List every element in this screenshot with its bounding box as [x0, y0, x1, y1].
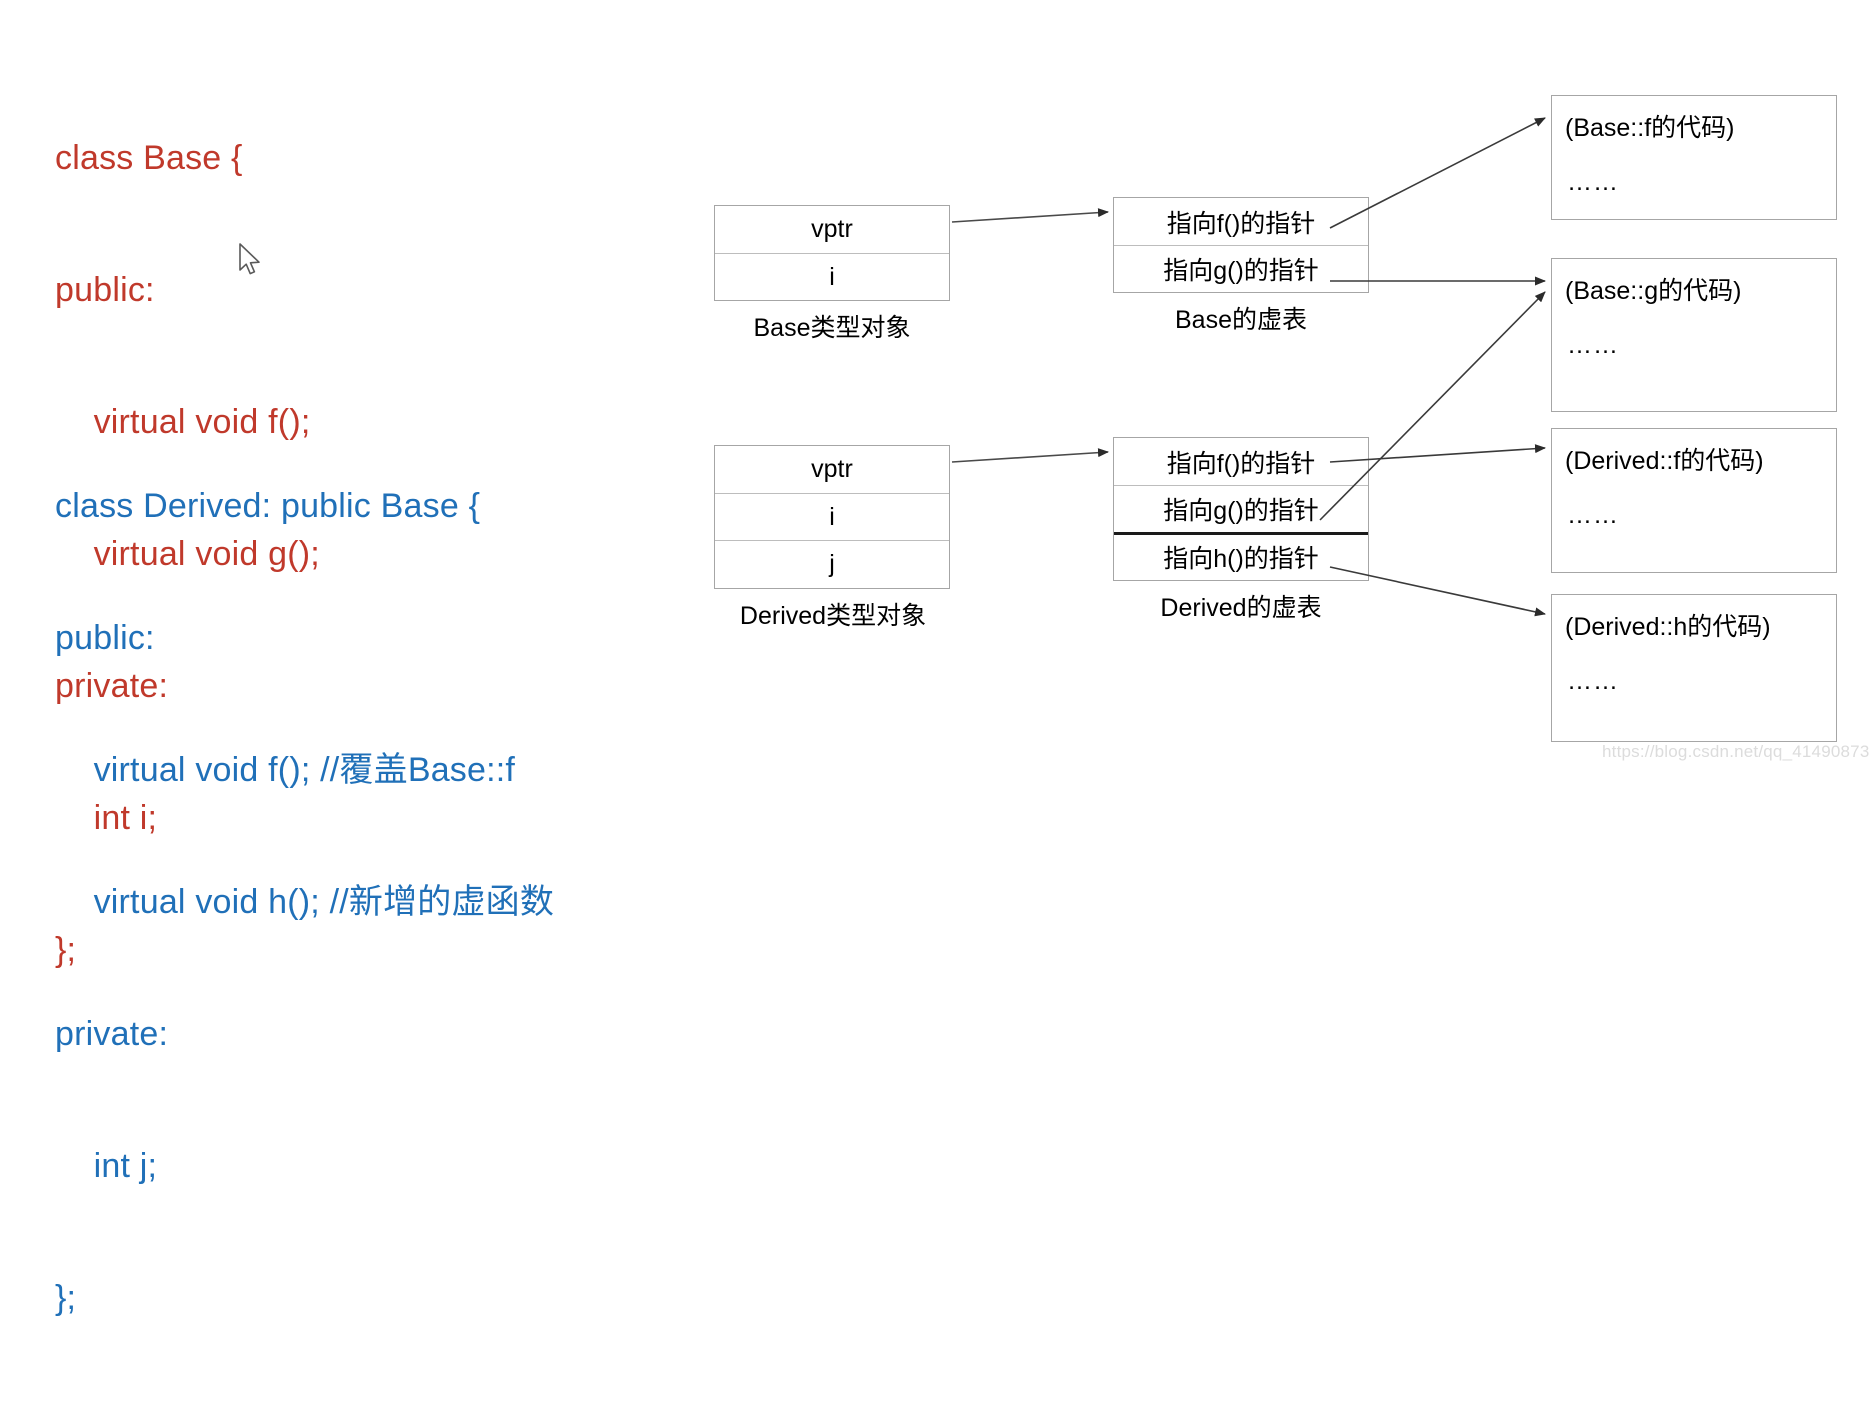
code-line: class Derived: public Base {: [55, 487, 481, 525]
code-line: public:: [55, 619, 155, 657]
code-body-title: (Base::g的代码): [1565, 277, 1742, 305]
object-row-vptr: vptr: [715, 206, 949, 253]
code-body-ellipsis: ……: [1567, 501, 1619, 529]
code-line: virtual void h(); //新增的虚函数: [55, 883, 555, 921]
vtable-derived: 指向f()的指针 指向g()的指针 指向h()的指针: [1113, 437, 1369, 581]
caption-vtable-base: Base的虚表: [1175, 306, 1307, 334]
object-row-j: j: [715, 540, 949, 587]
arrow-base-vptr-to-vtable: [951, 208, 1109, 223]
arrow-derived-vptr-to-vtable: [951, 448, 1109, 463]
diagram-canvas: class Base { public: virtual void f(); v…: [0, 0, 1870, 1317]
vtable-entry-f: 指向f()的指针: [1114, 438, 1368, 485]
code-body-ellipsis: ……: [1567, 667, 1619, 695]
code-body-title: (Derived::f的代码): [1565, 447, 1764, 475]
code-line: int j;: [55, 1147, 158, 1185]
vtable-base: 指向f()的指针 指向g()的指针: [1113, 197, 1369, 293]
code-body-derived-h: (Derived::h的代码) ……: [1551, 594, 1837, 742]
vtable-entry-g: 指向g()的指针: [1114, 245, 1368, 292]
code-body-base-g: (Base::g的代码) ……: [1551, 258, 1837, 412]
vtable-entry-g: 指向g()的指针: [1114, 485, 1368, 532]
code-body-title: (Derived::h的代码): [1565, 613, 1771, 641]
object-row-i: i: [715, 493, 949, 540]
object-layout-base: vptr i: [714, 205, 950, 301]
object-layout-derived: vptr i j: [714, 445, 950, 589]
code-body-title: (Base::f的代码): [1565, 114, 1735, 142]
code-block-derived: class Derived: public Base { public: vir…: [55, 396, 554, 1408]
code-line: private:: [55, 1015, 169, 1053]
code-line: virtual void f(); //覆盖Base::f: [55, 751, 516, 789]
code-body-ellipsis: ……: [1567, 331, 1619, 359]
code-line: public:: [55, 271, 155, 309]
object-row-i: i: [715, 253, 949, 300]
object-row-vptr: vptr: [715, 446, 949, 493]
vtable-entry-f: 指向f()的指针: [1114, 198, 1368, 245]
caption-object-base: Base类型对象: [753, 314, 911, 342]
code-body-base-f: (Base::f的代码) ……: [1551, 95, 1837, 220]
mouse-cursor-icon: [239, 243, 260, 275]
code-body-ellipsis: ……: [1567, 168, 1619, 196]
code-line: };: [55, 1279, 77, 1317]
caption-vtable-derived: Derived的虚表: [1160, 594, 1322, 622]
watermark: https://blog.csdn.net/qq_41490873: [1602, 742, 1870, 761]
code-line: class Base {: [55, 139, 243, 177]
vtable-entry-h: 指向h()的指针: [1114, 532, 1368, 579]
caption-object-derived: Derived类型对象: [739, 602, 927, 630]
code-body-derived-f: (Derived::f的代码) ……: [1551, 428, 1837, 573]
